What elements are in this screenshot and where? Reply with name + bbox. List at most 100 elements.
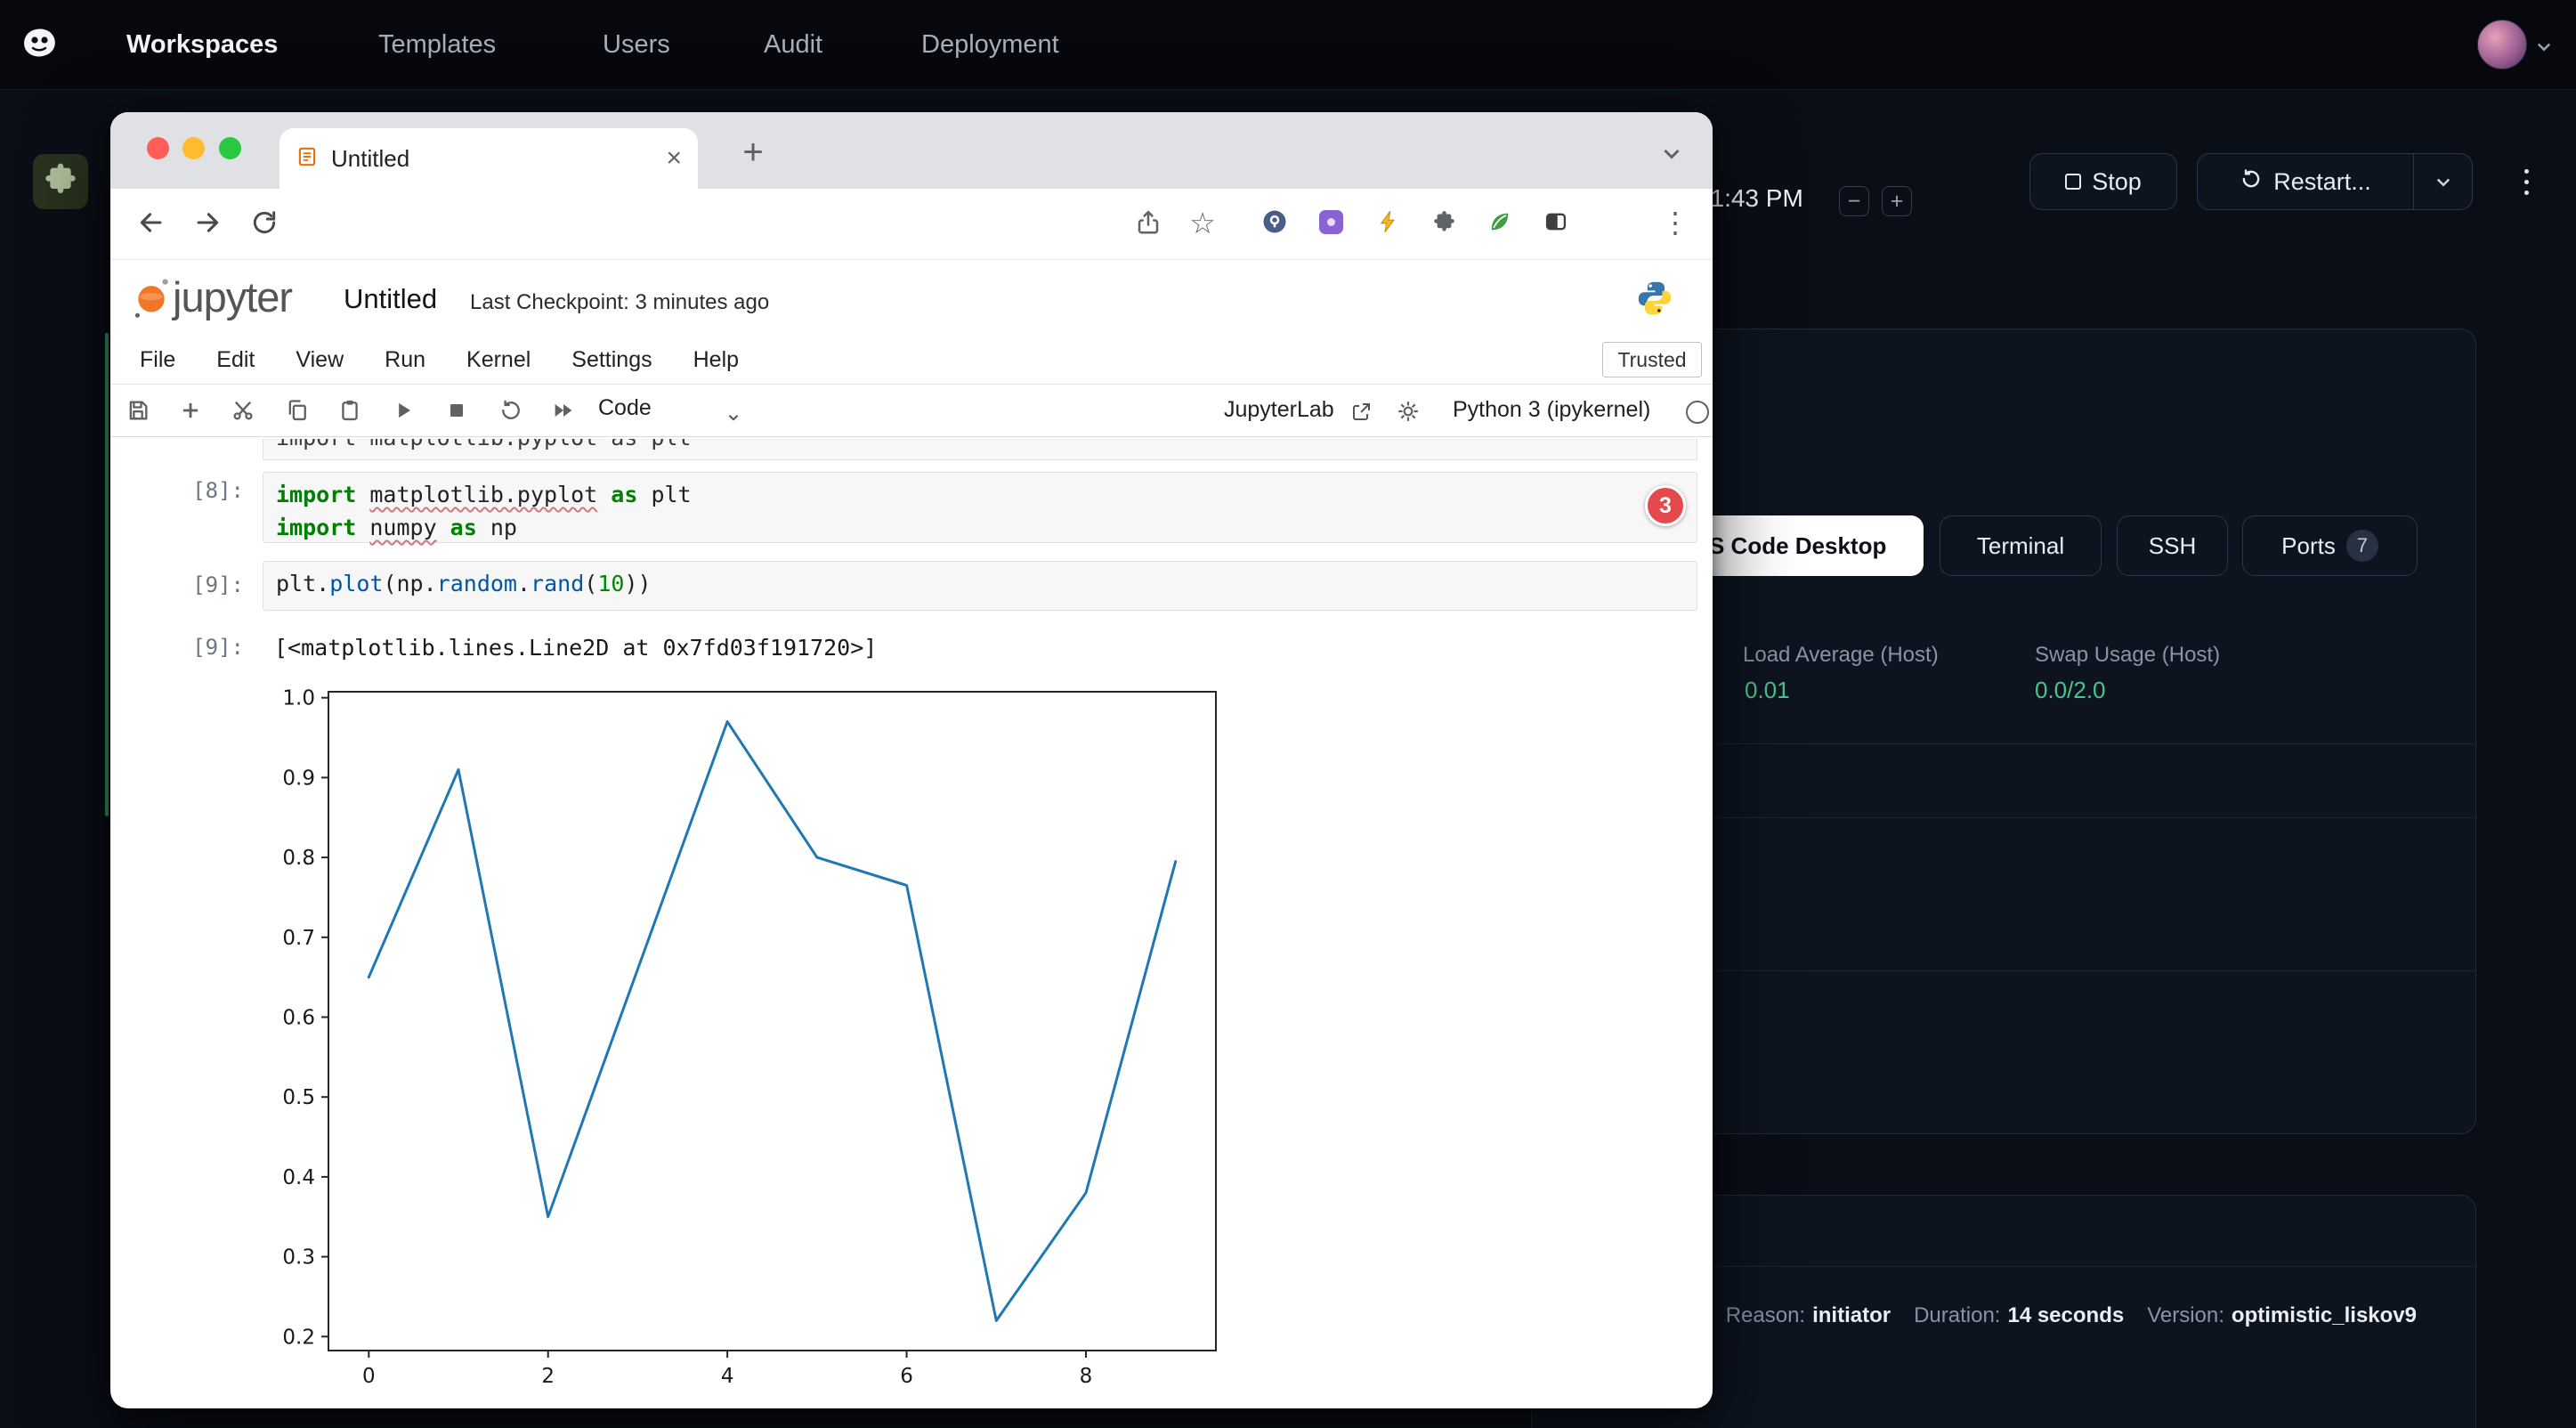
- token-as: as: [597, 482, 651, 507]
- menu-edit[interactable]: Edit: [216, 347, 255, 373]
- tab-search-chevron-icon[interactable]: [1656, 137, 1688, 169]
- svg-text:6: 6: [900, 1365, 913, 1388]
- code-line: import matplotlib.pyplot as plt: [276, 478, 1684, 511]
- external-link-icon[interactable]: [1346, 397, 1376, 427]
- chevron-down-icon[interactable]: [2535, 37, 2553, 60]
- restart-icon: [2240, 167, 2263, 197]
- restart-kernel-button[interactable]: [496, 395, 526, 426]
- svg-text:0.5: 0.5: [282, 1086, 315, 1109]
- user-avatar[interactable]: [2477, 20, 2527, 69]
- insert-cell-button[interactable]: [175, 395, 206, 426]
- token-paren: (: [383, 571, 396, 596]
- menu-help[interactable]: Help: [693, 347, 739, 373]
- lightning-extension-icon[interactable]: [1373, 207, 1404, 237]
- jupyter-logo: [132, 274, 171, 325]
- password-manager-extension-icon[interactable]: [1260, 207, 1290, 237]
- token-method: rand: [531, 571, 584, 596]
- cell-type-chevron-icon[interactable]: [718, 402, 749, 433]
- notebook-title[interactable]: Untitled: [344, 283, 437, 315]
- dot: [2524, 180, 2529, 184]
- menu-file[interactable]: File: [140, 347, 175, 373]
- token-alias: np: [490, 515, 517, 540]
- zoom-in-button[interactable]: +: [1882, 186, 1912, 216]
- svg-text:0.4: 0.4: [282, 1166, 315, 1189]
- zoom-out-button[interactable]: −: [1839, 186, 1869, 216]
- clipped-cell-fragment[interactable]: import matplotlib.pyplot as plt: [263, 439, 1697, 460]
- nav-deployment[interactable]: Deployment: [921, 0, 1059, 90]
- build-version: Version:optimistic_liskov9: [2147, 1300, 2417, 1332]
- workspace-menu-button[interactable]: [2514, 160, 2539, 203]
- bookmark-star-icon[interactable]: ☆: [1185, 203, 1220, 242]
- save-button[interactable]: [123, 395, 153, 426]
- menu-view[interactable]: View: [296, 347, 344, 373]
- split-view-extension-icon[interactable]: [1541, 207, 1571, 237]
- token-obj: plt: [276, 571, 316, 596]
- back-button[interactable]: [134, 205, 169, 240]
- token-dot: .: [316, 571, 329, 596]
- window-minimize-button[interactable]: [182, 137, 205, 159]
- stop-button[interactable]: Stop: [2029, 153, 2177, 210]
- duration-value: 14 seconds: [2007, 1303, 2124, 1327]
- svg-text:0.6: 0.6: [282, 1007, 315, 1030]
- paste-cell-button[interactable]: [335, 395, 365, 426]
- code-cell-8[interactable]: import matplotlib.pyplot as plt import n…: [263, 472, 1697, 543]
- ports-button[interactable]: Ports 7: [2242, 515, 2418, 576]
- run-cell-button[interactable]: [389, 395, 419, 426]
- purple-extension-icon[interactable]: [1316, 207, 1346, 237]
- ssh-button[interactable]: SSH: [2117, 515, 2228, 576]
- cut-cell-button[interactable]: [228, 395, 258, 426]
- window-maximize-button[interactable]: [219, 137, 241, 159]
- svg-text:0.2: 0.2: [282, 1326, 315, 1349]
- restart-run-all-button[interactable]: [548, 395, 579, 426]
- browser-menu-icon[interactable]: ⋮: [1659, 201, 1691, 244]
- app-logo[interactable]: [20, 25, 59, 65]
- menu-settings[interactable]: Settings: [571, 347, 652, 373]
- token-module: numpy: [369, 515, 436, 540]
- nav-templates[interactable]: Templates: [378, 0, 496, 90]
- restart-options-button[interactable]: [2413, 154, 2472, 209]
- kernel-name[interactable]: Python 3 (ipykernel): [1453, 397, 1650, 423]
- nav-users[interactable]: Users: [603, 0, 670, 90]
- output-text: [<matplotlib.lines.Line2D at 0x7fd03f191…: [274, 635, 877, 661]
- settings-gear-icon[interactable]: [1393, 396, 1423, 426]
- svg-text:0.3: 0.3: [282, 1246, 315, 1270]
- cell-type-dropdown[interactable]: Code: [598, 395, 652, 421]
- kernel-idle-indicator: [1686, 401, 1709, 424]
- share-icon[interactable]: [1130, 205, 1166, 240]
- token-import: import: [276, 515, 369, 540]
- build-duration: Duration:14 seconds: [1914, 1300, 2124, 1332]
- token-paren: (: [584, 571, 597, 596]
- open-in-jupyterlab-link[interactable]: JupyterLab: [1224, 397, 1334, 423]
- menu-kernel[interactable]: Kernel: [466, 347, 531, 373]
- trusted-button[interactable]: Trusted: [1602, 342, 1702, 377]
- token-alias: plt: [651, 482, 691, 507]
- load-average-label: Load Average (Host): [1743, 642, 1939, 669]
- version-value: optimistic_liskov9: [2232, 1303, 2417, 1327]
- forward-button[interactable]: [190, 205, 225, 240]
- new-tab-button[interactable]: +: [733, 133, 773, 172]
- extensions-puzzle-icon[interactable]: [1429, 207, 1459, 237]
- screen: Workspaces Templates Users Audit Deploym…: [0, 0, 2576, 1428]
- token-obj: np: [397, 571, 424, 596]
- tab-close-icon[interactable]: ×: [666, 145, 682, 172]
- load-average-value: 0.01: [1745, 676, 1790, 704]
- restart-button[interactable]: Restart...: [2197, 153, 2473, 210]
- nav-audit[interactable]: Audit: [764, 0, 822, 90]
- reload-button[interactable]: [247, 205, 282, 240]
- matplotlib-figure: 024680.20.30.40.50.60.70.80.91.0: [271, 686, 1321, 1399]
- jupyter-wordmark: jupyter: [173, 272, 292, 321]
- nav-workspaces[interactable]: Workspaces: [126, 0, 278, 90]
- browser-tab-strip: Untitled × +: [110, 112, 1713, 189]
- code-cell-9[interactable]: plt.plot(np.random.rand(10)): [263, 561, 1697, 611]
- window-close-button[interactable]: [147, 137, 169, 159]
- browser-tab[interactable]: Untitled ×: [279, 128, 698, 189]
- clipped-cell-text: import matplotlib.pyplot as plt: [276, 439, 692, 450]
- copy-cell-button[interactable]: [282, 395, 312, 426]
- menu-run[interactable]: Run: [385, 347, 425, 373]
- template-puzzle-tile[interactable]: [33, 154, 88, 209]
- terminal-button[interactable]: Terminal: [1940, 515, 2102, 576]
- leaf-extension-icon[interactable]: [1485, 207, 1515, 237]
- interrupt-kernel-button[interactable]: [441, 395, 472, 426]
- ports-label: Ports: [2281, 532, 2336, 560]
- swap-usage-value: 0.0/2.0: [2035, 676, 2106, 704]
